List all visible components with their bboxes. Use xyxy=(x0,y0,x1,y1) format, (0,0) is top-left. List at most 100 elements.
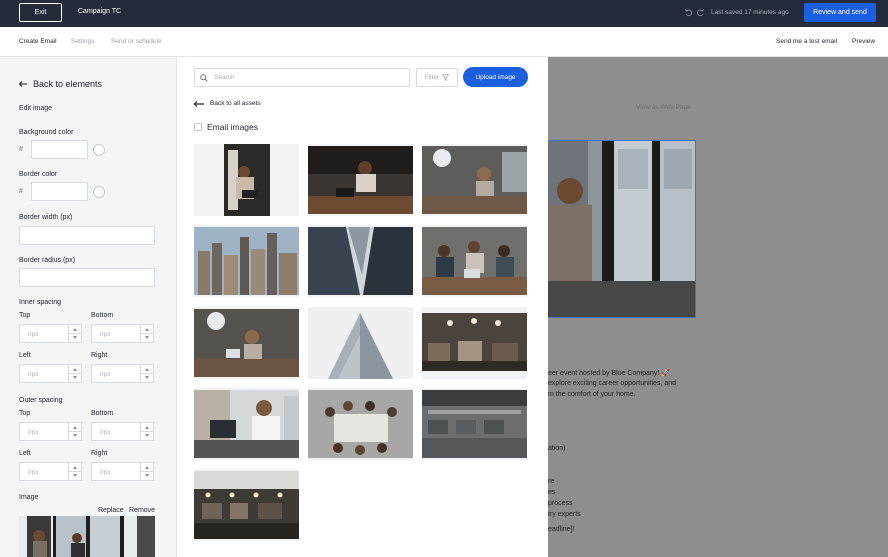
image-tile[interactable] xyxy=(308,225,413,297)
inner-bottom-value: 0px xyxy=(100,331,111,338)
image-label: Image xyxy=(19,494,39,501)
border-width-label: Border width (px) xyxy=(19,214,73,221)
outer-left-stepper[interactable]: 0px xyxy=(19,462,82,481)
outer-spacing-label: Outer spacing xyxy=(19,397,63,404)
preview-link[interactable]: Preview xyxy=(852,38,875,45)
image-settings-panel: Back to elements Edit image Background c… xyxy=(0,57,177,557)
image-tile[interactable] xyxy=(308,144,413,216)
undo-icon[interactable] xyxy=(684,8,693,17)
replace-image-link[interactable]: Replace xyxy=(98,507,124,514)
inner-top-label: Top xyxy=(19,312,31,319)
preview-text-line: eer event hosted by Blue Company! 🚀 xyxy=(548,370,670,377)
preview-text-line: explore exciting career opportunities, a… xyxy=(548,380,677,387)
inner-left-label: Left xyxy=(19,352,31,359)
preview-text-line: m the comfort of your home. xyxy=(548,391,636,398)
inner-top-value: 0px xyxy=(28,331,39,338)
image-tile[interactable] xyxy=(422,307,527,379)
outer-top-value: 0px xyxy=(28,429,39,436)
arrow-left-icon xyxy=(19,81,27,87)
image-tile[interactable] xyxy=(194,307,299,379)
inner-right-stepper[interactable]: 0px xyxy=(91,364,154,383)
tab-send-or-schedule[interactable]: Send or schedule xyxy=(111,38,162,45)
stepper-arrows-icon[interactable] xyxy=(140,365,153,382)
back-to-all-assets-label: Back to all assets xyxy=(210,100,261,107)
edit-image-heading: Edit image xyxy=(19,105,53,112)
select-all-checkbox[interactable] xyxy=(194,123,202,131)
tab-settings[interactable]: Settings xyxy=(71,38,95,45)
preview-text-line: ation) xyxy=(548,445,566,452)
inner-top-stepper[interactable]: 0px xyxy=(19,324,82,343)
inner-left-stepper[interactable]: 0px xyxy=(19,364,82,383)
border-color-input[interactable] xyxy=(31,182,88,201)
email-preview: View as Web Page eer event hosted by Blu… xyxy=(548,57,888,557)
image-tile[interactable] xyxy=(422,225,527,297)
stepper-arrows-icon[interactable] xyxy=(140,463,153,480)
border-width-input[interactable] xyxy=(19,226,155,245)
background-color-label: Background color xyxy=(19,129,74,136)
inner-bottom-stepper[interactable]: 0px xyxy=(91,324,154,343)
tab-create-email[interactable]: Create Email xyxy=(19,38,57,45)
outer-bottom-stepper[interactable]: 0px xyxy=(91,422,154,441)
search-input[interactable]: Search xyxy=(194,68,410,87)
inner-right-value: 0px xyxy=(100,371,111,378)
image-tile[interactable] xyxy=(194,225,299,297)
inner-right-label: Right xyxy=(91,352,108,359)
inner-left-value: 0px xyxy=(28,371,39,378)
stepper-arrows-icon[interactable] xyxy=(68,463,81,480)
stepper-arrows-icon[interactable] xyxy=(140,423,153,440)
funnel-icon xyxy=(442,74,450,81)
border-radius-input[interactable] xyxy=(19,268,155,287)
preview-text-line: re xyxy=(548,478,555,485)
arrow-left-icon xyxy=(194,100,204,107)
upload-image-button[interactable]: Upload image xyxy=(463,67,528,87)
preview-text-line: eadline]! xyxy=(548,526,575,533)
filter-label: Filter xyxy=(424,74,440,81)
search-icon xyxy=(200,73,208,82)
view-as-web-page-link[interactable]: View as Web Page xyxy=(636,104,691,111)
email-images-heading: Email images xyxy=(207,122,259,132)
border-color-label: Border color xyxy=(19,171,58,178)
image-tile[interactable] xyxy=(308,388,413,460)
exit-button[interactable]: Exit xyxy=(19,3,62,22)
top-bar: Exit Campaign TC Last saved 17 minutes a… xyxy=(0,0,888,27)
image-tile[interactable] xyxy=(194,388,299,460)
search-placeholder: Search xyxy=(214,74,235,81)
filter-button[interactable]: Filter xyxy=(416,68,458,87)
redo-icon[interactable] xyxy=(696,8,705,17)
stepper-arrows-icon[interactable] xyxy=(68,423,81,440)
back-to-elements-button[interactable]: Back to elements xyxy=(19,79,102,89)
campaign-name: Campaign TC xyxy=(78,8,122,15)
review-and-send-button[interactable]: Review and send xyxy=(804,3,876,22)
outer-left-label: Left xyxy=(19,450,31,457)
saved-status: Last saved 17 minutes ago xyxy=(711,9,789,16)
image-tile[interactable] xyxy=(422,388,527,460)
stepper-arrows-icon[interactable] xyxy=(68,365,81,382)
send-test-email-link[interactable]: Send me a test email xyxy=(776,38,837,45)
outer-left-value: 0px xyxy=(28,469,39,476)
background-color-swatch[interactable] xyxy=(93,144,105,156)
back-to-elements-label: Back to elements xyxy=(33,79,103,89)
current-image-thumbnail[interactable] xyxy=(19,516,155,557)
stepper-arrows-icon[interactable] xyxy=(140,325,153,342)
outer-right-label: Right xyxy=(91,450,108,457)
stepper-arrows-icon[interactable] xyxy=(68,325,81,342)
inner-bottom-label: Bottom xyxy=(91,312,114,319)
border-radius-label: Border radius (px) xyxy=(19,257,76,264)
image-tile[interactable] xyxy=(422,144,527,216)
preview-text-line: try experts xyxy=(548,511,581,518)
image-tile[interactable] xyxy=(308,307,413,379)
preview-text-line: process xyxy=(548,500,573,507)
asset-picker-panel: Search Filter Upload image Back to all a… xyxy=(177,57,548,557)
image-tile[interactable] xyxy=(194,469,299,541)
background-color-input[interactable] xyxy=(31,140,88,159)
remove-image-link[interactable]: Remove xyxy=(129,507,155,514)
outer-right-stepper[interactable]: 0px xyxy=(91,462,154,481)
outer-bottom-label: Bottom xyxy=(91,410,114,417)
outer-top-stepper[interactable]: 0px xyxy=(19,422,82,441)
outer-right-value: 0px xyxy=(100,469,111,476)
hash-symbol: # xyxy=(19,188,23,195)
hero-image[interactable] xyxy=(548,140,696,318)
border-color-swatch[interactable] xyxy=(93,186,105,198)
image-tile[interactable] xyxy=(194,144,299,216)
back-to-all-assets-button[interactable]: Back to all assets xyxy=(194,100,261,107)
